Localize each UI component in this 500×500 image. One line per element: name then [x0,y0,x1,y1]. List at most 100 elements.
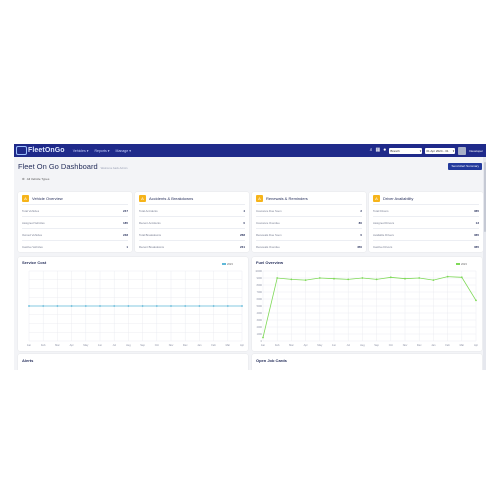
user-name[interactable]: Developer [469,149,483,153]
data-point [290,278,293,281]
list-item[interactable]: Available Drivers 365 [373,228,479,240]
vehicle-type-filter[interactable]: ⚙ All Vehicle Types [22,177,49,181]
list-item[interactable]: Total Accidents 4 [139,204,245,216]
card-header: A Accidents & Breakdowns [135,192,249,204]
chevron-down-icon: ▾ [107,148,110,153]
row-label: Inactive Drivers [373,244,393,249]
y-tick-label: 8000 [257,284,263,287]
x-tick-label: May [317,343,323,347]
data-point [361,277,364,279]
row-value: 365 [473,232,479,237]
page-scrollbar[interactable] [483,157,486,370]
nav-right: ⌕ ▦ ● Branch ▾ 01 Apr 2024 - 31 ▾ Develope… [370,146,483,155]
data-point [198,305,201,307]
nav-item-manage[interactable]: Manage ▾ [116,149,131,153]
list-item[interactable]: Inactive Vehicles 1 [22,240,128,252]
open-job-cards-title: Open Job Cards [256,358,287,363]
nav-item-vehicles[interactable]: Vehicles ▾ [73,149,89,153]
x-tick-label: May [83,343,89,347]
data-point [184,305,187,307]
send-alert-button[interactable]: Send Alert Summary [448,162,482,170]
row-label: Total Breakdowns [139,232,162,237]
card-title: Vehicle Overview [32,195,63,201]
x-tick-label: Feb [41,343,46,347]
x-tick-label: Oct [155,343,159,347]
scrollbar-thumb[interactable] [483,162,486,232]
x-tick-label: Aug [126,343,131,347]
nav-item-label: Reports [94,148,107,153]
row-label: Insurance Overdue [256,220,280,225]
row-value: 2 [360,208,362,213]
row-label: Recent Breakdowns [139,244,165,249]
y-tick-label: 2000 [257,326,263,329]
row-label: Assigned Drivers [373,220,395,225]
row-value: 248 [122,232,128,237]
data-point [226,305,229,307]
filter-label: All Vehicle Types [26,177,50,181]
list-item[interactable]: Assigned Drivers 13 [373,216,479,228]
chevron-down-icon: ▾ [129,148,131,153]
x-tick-label: Nov [169,343,174,347]
list-item[interactable]: Total Vehicles 247 [22,204,128,216]
x-tick-label: Aug [360,343,365,347]
x-tick-label: Jan [261,343,266,347]
list-item[interactable]: Total Drivers 365 [373,204,479,216]
data-point [276,277,279,279]
data-point [460,276,463,279]
renewals-card: A Renewals & Reminders Insurance Due Soo… [252,192,366,252]
grid-icon[interactable]: ▦ [376,148,381,153]
bell-icon[interactable]: ● [383,148,386,153]
list-item[interactable]: Assigned Vehicles 185 [22,216,128,228]
list-item[interactable]: Insurance Overdue 80 [256,216,362,228]
data-point [212,305,215,307]
avatar[interactable] [458,146,467,155]
x-tick-label: Mar [226,343,231,347]
y-tick-label: 0 [261,340,263,343]
data-point [241,305,243,307]
row-label: Renewals Overdue [256,244,280,249]
card-title: Accidents & Breakdowns [149,195,194,201]
logo-mark-icon [16,146,27,155]
x-tick-label: Sep [140,343,145,347]
brand-logo[interactable]: FleetOnGo [16,145,65,156]
row-label: Renewals Due Soon [256,232,282,237]
x-tick-label: Mar [460,343,465,347]
row-value: 1 [126,244,128,249]
branch-select[interactable]: Branch ▾ [389,147,423,154]
chevron-down-icon: ▾ [419,148,422,153]
list-item[interactable]: Total Breakdowns 268 [139,228,245,240]
x-tick-label: Jan [431,343,436,347]
nav-item-reports[interactable]: Reports ▾ [95,149,110,153]
y-tick-label: 6000 [257,298,263,301]
list-item[interactable]: Inactive Drivers 365 [373,240,479,252]
x-tick-label: Oct [389,343,393,347]
x-tick-label: Jul [347,343,351,347]
x-tick-label: Apr [70,343,74,347]
list-item[interactable]: Recent Breakdowns 231 [139,240,245,252]
y-tick-label: 4000 [257,312,263,315]
row-value: 0 [243,220,245,225]
data-point [333,277,335,280]
list-item[interactable]: Renewals Overdue 450 [256,240,362,252]
data-point [318,277,321,279]
nav-item-label: Vehicles [72,148,86,153]
data-point [42,305,45,307]
logo-text: FleetOnGo [28,147,65,154]
data-point [304,279,307,281]
x-tick-label: Jul [113,343,117,347]
list-item[interactable]: Recent Accidents 0 [139,216,245,228]
period-select[interactable]: 01 Apr 2024 - 31 ▾ [425,147,456,154]
data-point [70,305,73,307]
row-value: 365 [473,244,479,249]
card-header: A Driver Availability [369,192,483,204]
chevron-down-icon: ▾ [452,148,455,153]
list-item[interactable]: Insurance Due Soon 2 [256,204,362,216]
list-item[interactable]: Owned Vehicles 248 [22,228,128,240]
search-icon[interactable]: ⌕ [370,148,373,153]
row-value: 268 [239,232,245,237]
top-navbar: FleetOnGo Vehicles ▾ Reports ▾ Manage ▾ ⌕ ▦… [14,144,486,157]
fuel-overview-chart: Jan Feb Mar Apr May Jun Jul Aug Sep Oct Nov Dec Jan F… [255,262,478,347]
list-item[interactable]: Renewals Due Soon 0 [256,228,362,240]
row-value: 80 [358,220,362,225]
series-line [262,276,477,338]
